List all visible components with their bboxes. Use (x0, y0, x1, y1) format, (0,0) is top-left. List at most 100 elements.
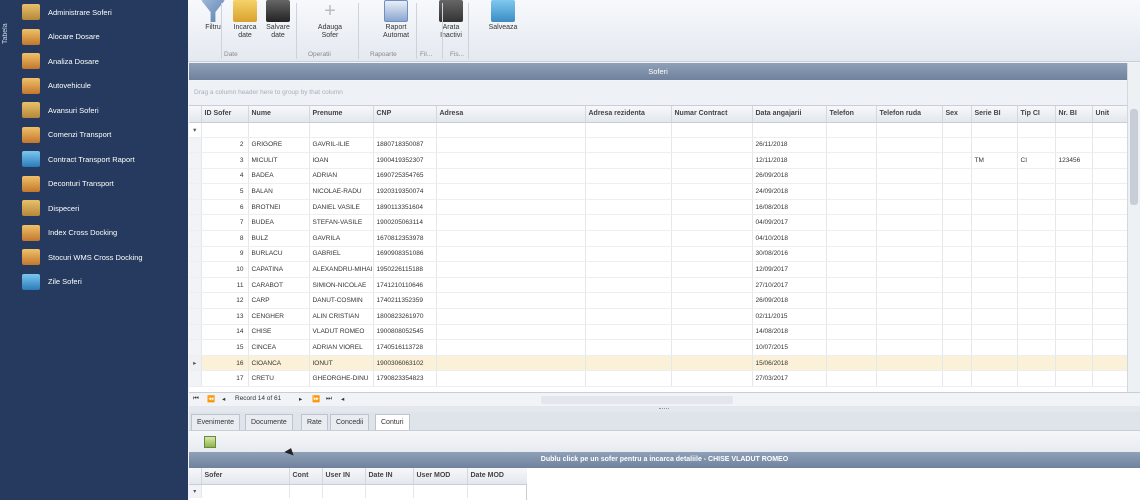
grid-cell[interactable] (373, 122, 437, 138)
grid-cell[interactable] (1092, 370, 1127, 387)
grid-cell[interactable] (876, 168, 943, 185)
column-header[interactable]: Tip CI (1017, 106, 1056, 123)
table-row[interactable]: 8 BULZ GAVRILA 1670812353978 04/10/2018 (189, 230, 1127, 247)
grid-cell[interactable] (1092, 168, 1127, 185)
column-header[interactable]: Adresa (436, 106, 586, 123)
grid-cell[interactable]: CARP (248, 292, 310, 310)
grid-cell[interactable]: CHISE (248, 324, 310, 341)
grid-cell[interactable] (1092, 214, 1127, 232)
grid-cell[interactable] (971, 168, 1018, 185)
grid-cell[interactable] (1092, 339, 1127, 356)
table-row[interactable]: 10 CAPATINA ALEXANDRU-MIHAI 1950226115188 12… (189, 261, 1127, 278)
grid-cell[interactable]: 12/09/2017 (752, 261, 827, 278)
grid-cell[interactable] (585, 261, 672, 278)
grid-cell[interactable] (436, 370, 586, 387)
column-header[interactable]: CNP (373, 106, 437, 123)
grid-cell[interactable] (1017, 370, 1056, 387)
grid-cell[interactable] (671, 152, 753, 169)
grid-cell[interactable] (1055, 199, 1093, 216)
grid-cell[interactable] (436, 292, 586, 310)
grid-cell[interactable] (671, 308, 753, 325)
grid-cell[interactable] (1017, 355, 1056, 372)
grid-cell[interactable] (585, 339, 672, 356)
grid-cell[interactable] (585, 246, 672, 263)
grid-cell[interactable] (971, 137, 1018, 154)
column-header[interactable]: Telefon ruda (876, 106, 943, 123)
column-header[interactable]: Date MOD (467, 468, 528, 485)
grid-cell[interactable] (671, 137, 753, 154)
grid-cell[interactable] (671, 292, 753, 310)
grid-cell[interactable] (671, 277, 753, 294)
grid-cell[interactable] (971, 122, 1018, 138)
grid-cell[interactable] (1017, 277, 1056, 294)
grid-cell[interactable] (876, 261, 943, 278)
grid-cell[interactable] (826, 277, 877, 294)
grid-cell[interactable]: 1741210110646 (373, 277, 437, 294)
grid-cell[interactable]: 1920319350074 (373, 183, 437, 200)
nav-item[interactable]: Alocare Dosare (22, 25, 188, 50)
grid-cell[interactable] (585, 230, 672, 247)
column-header[interactable]: Sofer (201, 468, 290, 485)
grid-cell[interactable] (971, 183, 1018, 200)
auto-report-button[interactable]: Raport Automat (377, 0, 415, 40)
nav-item[interactable]: Zile Soferi (22, 270, 188, 295)
column-header[interactable]: Cont (289, 468, 323, 485)
table-row[interactable]: 2 GRIGORE GAVRIL-ILIE 1880718350087 26/11/20… (189, 137, 1127, 154)
grid-cell[interactable] (248, 122, 310, 138)
grid-cell[interactable] (942, 277, 972, 294)
grid-cell[interactable]: 1950226115188 (373, 261, 437, 278)
grid-cell[interactable] (971, 370, 1018, 387)
grid-cell[interactable] (201, 122, 249, 138)
grid-cell[interactable] (671, 370, 753, 387)
grid-cell[interactable]: 04/10/2018 (752, 230, 827, 247)
table-row[interactable]: 9 BURLACU GABRIEL 1690908351086 30/08/2016 (189, 246, 1127, 263)
grid-cell[interactable] (585, 214, 672, 232)
filter-row[interactable]: ▾ (189, 484, 528, 498)
grid-cell[interactable] (436, 308, 586, 325)
grid-cell[interactable]: BURLACU (248, 246, 310, 263)
grid-cell[interactable] (876, 324, 943, 341)
column-header[interactable]: Nr. BI (1055, 106, 1093, 123)
nav-item[interactable]: Analiza Dosare (22, 49, 188, 74)
grid-cell[interactable]: BULZ (248, 230, 310, 247)
column-header[interactable]: Adresa rezidenta (585, 106, 672, 123)
grid-cell[interactable] (826, 246, 877, 263)
grid-cell[interactable] (1092, 261, 1127, 278)
grid-cell[interactable] (671, 339, 753, 356)
add-driver-button[interactable]: + Adauga Sofer (311, 0, 349, 40)
column-header[interactable]: ID Sofer (201, 106, 249, 123)
grid-vertical-scrollbar[interactable] (1127, 63, 1140, 393)
grid-cell[interactable] (671, 246, 753, 263)
grid-cell[interactable]: 1670812353978 (373, 230, 437, 247)
grid-cell[interactable]: BADEA (248, 168, 310, 185)
grid-cell[interactable]: MICULIT (248, 152, 310, 169)
splitter-grip-icon[interactable] (659, 408, 669, 410)
grid-cell[interactable] (671, 214, 753, 232)
prev-record-icon[interactable]: ◂ (222, 395, 225, 403)
last-record-icon[interactable]: ⏭ (326, 395, 332, 403)
grid-cell[interactable] (942, 230, 972, 247)
nav-item[interactable]: Dispeceri (22, 196, 188, 221)
grid-cell[interactable] (436, 137, 586, 154)
grid-cell[interactable] (1017, 246, 1056, 263)
grid-cell[interactable]: ALIN CRISTIAN (309, 308, 374, 325)
column-header[interactable]: Data angajarii (752, 106, 827, 123)
grid-cell[interactable] (585, 168, 672, 185)
grid-cell[interactable] (876, 152, 943, 169)
grid-cell[interactable]: 15/06/2018 (752, 355, 827, 372)
grid-cell[interactable] (752, 122, 827, 138)
grid-cell[interactable] (585, 277, 672, 294)
grid-cell[interactable] (1055, 324, 1093, 341)
grid-cell[interactable] (826, 355, 877, 372)
column-header[interactable]: User MOD (413, 468, 468, 485)
grid-cell[interactable]: DANUT-COSMIN (309, 292, 374, 310)
grid-cell[interactable] (971, 261, 1018, 278)
grid-cell[interactable]: IOAN (309, 152, 374, 169)
grid-cell[interactable] (1092, 122, 1127, 138)
grid-cell[interactable] (671, 122, 753, 138)
grid-cell[interactable] (826, 308, 877, 325)
grid-cell[interactable] (436, 183, 586, 200)
grid-cell[interactable] (585, 183, 672, 200)
grid-cell[interactable] (1055, 308, 1093, 325)
grid-cell[interactable] (585, 152, 672, 169)
